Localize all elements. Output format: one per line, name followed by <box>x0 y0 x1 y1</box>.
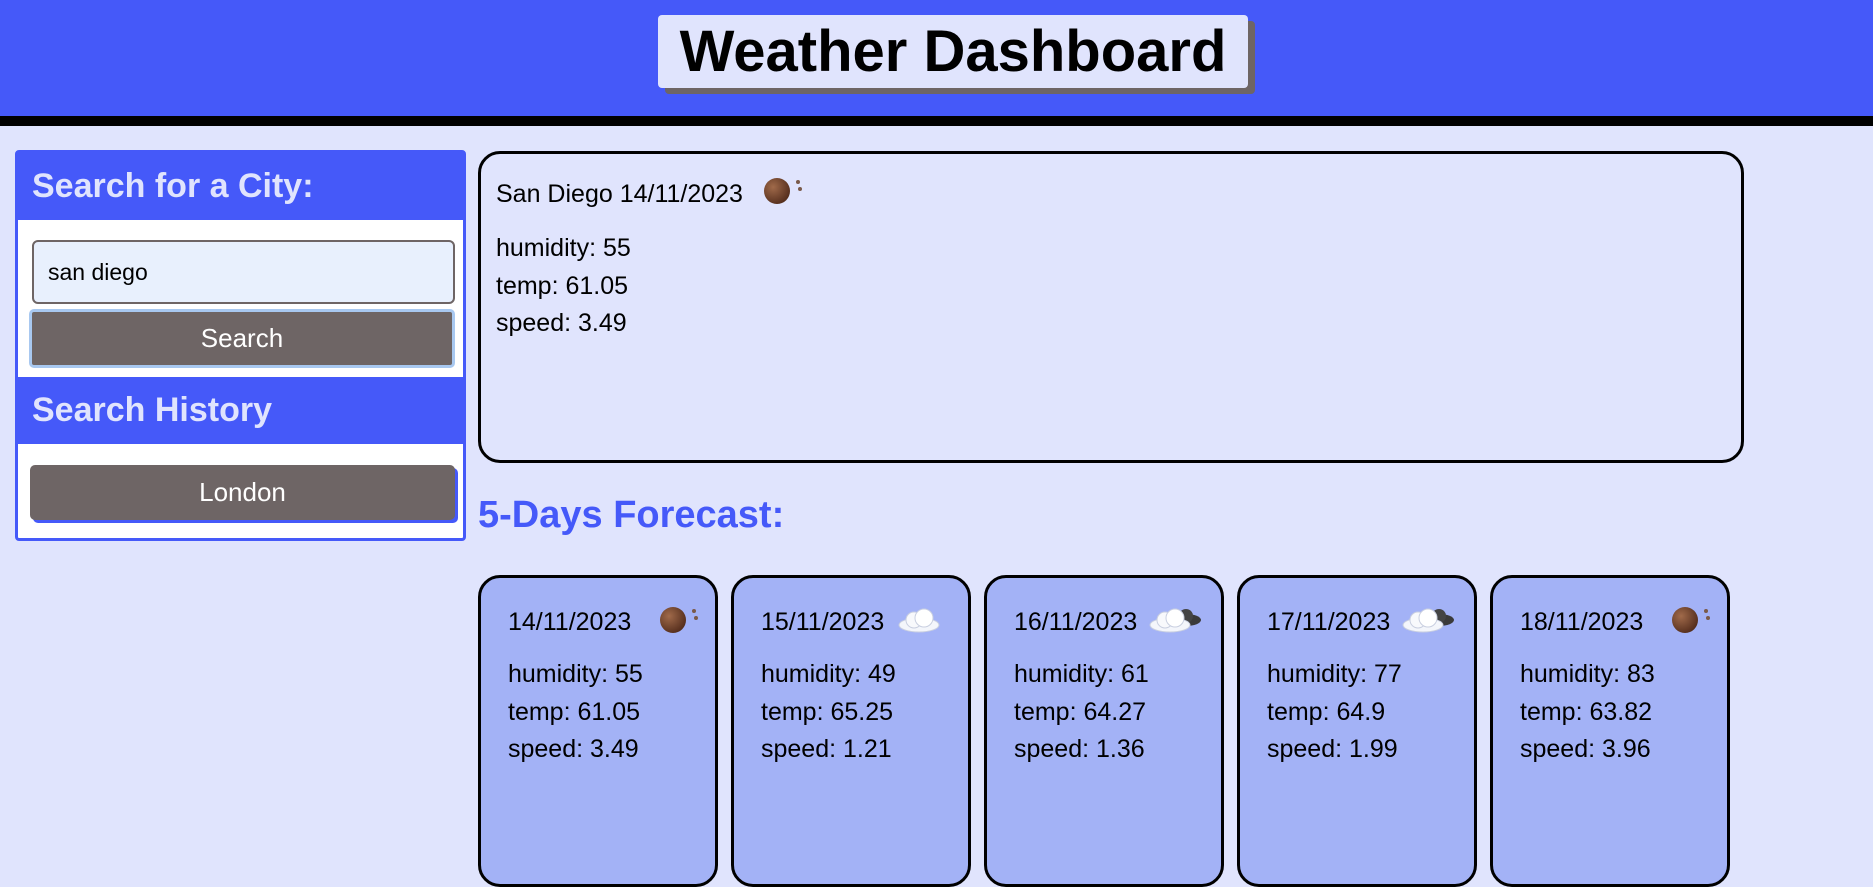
current-heading-row: San Diego 14/11/2023 <box>496 178 800 209</box>
forecast-date: 16/11/2023 <box>1014 608 1138 636</box>
forecast-humidity: humidity: 49 <box>761 660 896 688</box>
forecast-humidity: humidity: 83 <box>1520 660 1655 688</box>
current-weather-panel: San Diego 14/11/2023 humidity: 55 temp: … <box>478 151 1744 463</box>
page-header: Weather Dashboard <box>0 0 1873 126</box>
forecast-date: 14/11/2023 <box>508 608 632 636</box>
search-history-heading: Search History <box>18 377 463 444</box>
current-heading: San Diego 14/11/2023 <box>496 180 743 208</box>
history-button-london[interactable]: London <box>30 465 455 520</box>
forecast-speed: speed: 1.21 <box>761 735 892 763</box>
forecast-date-row: 15/11/2023 <box>761 608 941 637</box>
forecast-card: 15/11/2023 humidity: 49 temp: 65.25 spee… <box>731 575 971 887</box>
forecast-date: 15/11/2023 <box>761 608 885 636</box>
forecast-date-row: 16/11/2023 <box>1014 608 1204 637</box>
city-search-input[interactable] <box>32 240 455 304</box>
current-temp: temp: 61.05 <box>496 272 629 300</box>
forecast-temp: temp: 63.82 <box>1520 698 1653 726</box>
forecast-temp: temp: 64.9 <box>1267 698 1386 726</box>
broken-clouds-icon <box>1402 608 1455 633</box>
forecast-humidity: humidity: 77 <box>1267 660 1402 688</box>
broken-clouds-icon <box>1149 608 1202 633</box>
search-heading: Search for a City: <box>18 153 463 220</box>
forecast-temp: temp: 61.05 <box>508 698 641 726</box>
forecast-card: 18/11/2023 humidity: 83 temp: 63.82 spee… <box>1490 575 1730 887</box>
page-title: Weather Dashboard <box>658 15 1248 88</box>
search-button[interactable]: Search <box>29 309 455 368</box>
search-sidebar: Search for a City: Search Search History… <box>15 150 466 541</box>
current-speed: speed: 3.49 <box>496 309 627 337</box>
night-clear-icon <box>1672 607 1709 634</box>
forecast-date-row: 18/11/2023 <box>1520 607 1709 637</box>
night-clear-icon <box>660 607 697 634</box>
forecast-temp: temp: 64.27 <box>1014 698 1147 726</box>
forecast-date-row: 17/11/2023 <box>1267 608 1457 637</box>
forecast-humidity: humidity: 55 <box>508 660 643 688</box>
forecast-card: 17/11/2023 humidity: 77 temp: 64.9 speed… <box>1237 575 1477 887</box>
cloud-icon <box>898 608 940 633</box>
forecast-speed: speed: 3.49 <box>508 735 639 763</box>
night-clear-icon <box>763 178 800 205</box>
forecast-speed: speed: 1.99 <box>1267 735 1398 763</box>
forecast-date-row: 14/11/2023 <box>508 607 697 637</box>
forecast-temp: temp: 65.25 <box>761 698 894 726</box>
forecast-card: 16/11/2023 humidity: 61 temp: 64.27 spee… <box>984 575 1224 887</box>
forecast-speed: speed: 1.36 <box>1014 735 1145 763</box>
forecast-speed: speed: 3.96 <box>1520 735 1651 763</box>
current-humidity: humidity: 55 <box>496 234 631 262</box>
forecast-card: 14/11/2023 humidity: 55 temp: 61.05 spee… <box>478 575 718 887</box>
forecast-humidity: humidity: 61 <box>1014 660 1149 688</box>
forecast-date: 17/11/2023 <box>1267 608 1391 636</box>
forecast-date: 18/11/2023 <box>1520 608 1644 636</box>
forecast-title: 5-Days Forecast: <box>478 494 785 536</box>
